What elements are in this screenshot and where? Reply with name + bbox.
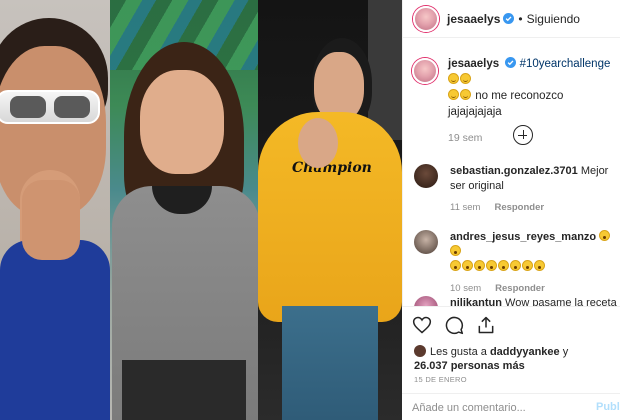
verified-badge-icon (503, 13, 515, 24)
heart-icon[interactable] (412, 315, 432, 335)
commenter-avatar[interactable] (414, 230, 438, 254)
surprised-emoji-icon (474, 260, 485, 271)
liker-avatar (414, 345, 426, 357)
laughing-emoji-icon (448, 89, 459, 100)
likes-conj: y (562, 346, 569, 358)
surprised-emoji-icon (486, 260, 497, 271)
post-date: 15 DE ENERO (414, 375, 467, 384)
add-comment-bar: Publi (402, 393, 620, 420)
comment-item: andres_jesus_reyes_manzo 10 sem Responder (414, 230, 620, 296)
surprised-emoji-icon (599, 230, 611, 241)
photo-panel-2012 (110, 0, 258, 420)
post-header: jesaaelys • Siguiendo (403, 0, 620, 38)
caption-avatar[interactable] (412, 58, 438, 84)
commenter-avatar[interactable] (414, 164, 438, 188)
comment-time: 11 sem (450, 202, 481, 213)
author-avatar[interactable] (413, 5, 439, 32)
comment-username[interactable]: sebastian.gonzalez.3701 (450, 165, 578, 177)
surprised-emoji-icon (450, 260, 461, 271)
laughing-emoji-icon (460, 73, 471, 84)
caption-username[interactable]: jesaaelys (448, 58, 499, 70)
reply-button[interactable]: Responder (495, 283, 545, 294)
photo-panel-2019: Champion (258, 0, 402, 420)
comment-input[interactable] (412, 400, 582, 416)
following-button[interactable]: Siguiendo (527, 12, 580, 26)
surprised-emoji-icon (498, 260, 509, 271)
likes-count[interactable]: 26.037 personas más (414, 360, 525, 372)
likes-prefix: Les gusta a (430, 346, 487, 358)
comment-username[interactable]: andres_jesus_reyes_manzo (450, 231, 596, 243)
post-actions: Les gusta a daddyyankee y 26.037 persona… (402, 306, 620, 420)
laughing-emoji-icon (448, 73, 459, 84)
surprised-emoji-icon (534, 260, 545, 271)
photo-panel-2009 (0, 0, 110, 420)
share-icon[interactable] (476, 315, 496, 335)
surprised-emoji-icon (450, 245, 461, 256)
surprised-emoji-icon (510, 260, 521, 271)
comment-time: 10 sem (450, 283, 482, 294)
comment-icon[interactable] (444, 315, 464, 335)
hashtag-link[interactable]: #10yearchallenge (520, 58, 611, 70)
verified-badge-icon (505, 57, 517, 68)
surprised-emoji-icon (462, 260, 473, 271)
caption-time: 19 sem (448, 132, 483, 144)
laughing-emoji-icon (460, 89, 471, 100)
header-separator: • (518, 11, 523, 26)
add-comments-icon[interactable] (513, 125, 533, 145)
author-username[interactable]: jesaaelys (447, 12, 500, 26)
surprised-emoji-icon (522, 260, 533, 271)
likes-summary: Les gusta a daddyyankee y 26.037 persona… (414, 345, 614, 373)
post-photo: Champion (0, 0, 402, 420)
reply-button[interactable]: Responder (494, 202, 544, 213)
publish-button[interactable]: Publi (596, 401, 620, 413)
comment-item: sebastian.gonzalez.3701 Mejor ser origin… (414, 164, 620, 215)
liker-username[interactable]: daddyyankee (490, 346, 560, 358)
